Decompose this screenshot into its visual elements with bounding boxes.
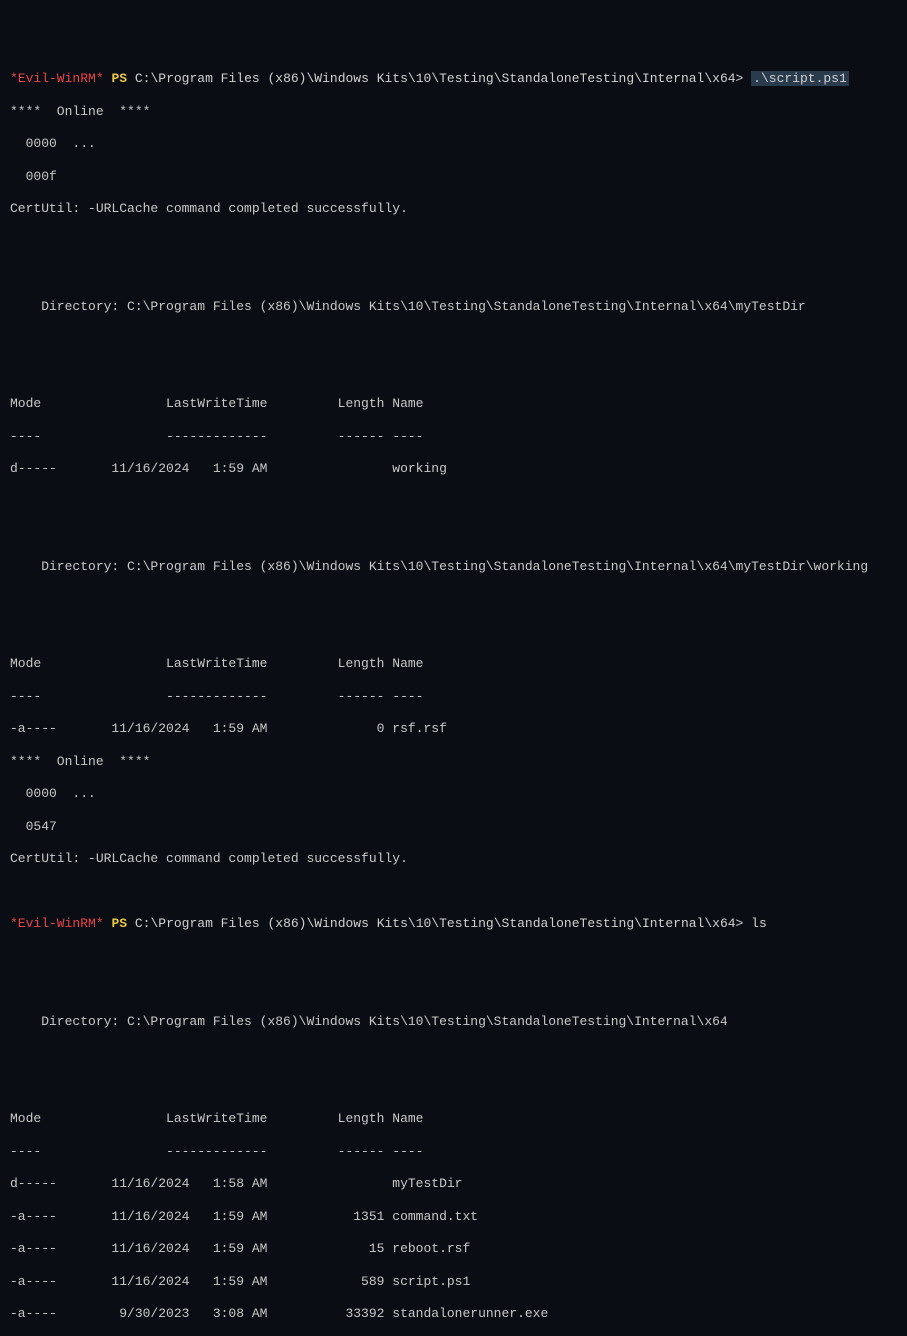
output-line: 000f xyxy=(10,169,897,185)
table-row: d----- 11/16/2024 1:58 AM myTestDir xyxy=(10,1176,897,1192)
table-header-underline: ---- ------------- ------ ---- xyxy=(10,689,897,705)
output-line xyxy=(10,591,897,607)
evil-winrm-tag: *Evil-WinRM* xyxy=(10,916,104,931)
output-line: 0000 ... xyxy=(10,136,897,152)
output-line: CertUtil: -URLCache command completed su… xyxy=(10,851,897,867)
table-row: -a---- 9/30/2023 3:08 AM 33392 standalon… xyxy=(10,1306,897,1322)
output-line: CertUtil: -URLCache command completed su… xyxy=(10,201,897,217)
table-row: -a---- 11/16/2024 1:59 AM 1351 command.t… xyxy=(10,1209,897,1225)
directory-header: Directory: C:\Program Files (x86)\Window… xyxy=(10,559,897,575)
output-line xyxy=(10,526,897,542)
output-line xyxy=(10,266,897,282)
output-line xyxy=(10,884,897,900)
table-row: -a---- 11/16/2024 1:59 AM 15 reboot.rsf xyxy=(10,1241,897,1257)
output-line xyxy=(10,1046,897,1062)
output-line: 0000 ... xyxy=(10,786,897,802)
output-line xyxy=(10,1079,897,1095)
table-header-underline: ---- ------------- ------ ---- xyxy=(10,429,897,445)
prompt-path: C:\Program Files (x86)\Windows Kits\10\T… xyxy=(135,916,744,931)
output-line: **** Online **** xyxy=(10,754,897,770)
table-header: Mode LastWriteTime Length Name xyxy=(10,396,897,412)
output-line xyxy=(10,494,897,510)
output-line xyxy=(10,981,897,997)
table-row: -a---- 11/16/2024 1:59 AM 0 rsf.rsf xyxy=(10,721,897,737)
evil-winrm-tag: *Evil-WinRM* xyxy=(10,71,104,86)
command-entered: ls xyxy=(751,916,767,931)
prompt-line-2[interactable]: *Evil-WinRM* PS C:\Program Files (x86)\W… xyxy=(10,916,897,932)
command-entered: .\script.ps1 xyxy=(751,71,849,86)
output-line xyxy=(10,234,897,250)
table-header-underline: ---- ------------- ------ ---- xyxy=(10,1144,897,1160)
ps-tag: PS xyxy=(111,916,127,931)
output-line xyxy=(10,331,897,347)
table-header: Mode LastWriteTime Length Name xyxy=(10,1111,897,1127)
output-line: 0547 xyxy=(10,819,897,835)
prompt-line-1[interactable]: *Evil-WinRM* PS C:\Program Files (x86)\W… xyxy=(10,71,897,87)
output-line xyxy=(10,624,897,640)
prompt-path: C:\Program Files (x86)\Windows Kits\10\T… xyxy=(135,71,744,86)
directory-header: Directory: C:\Program Files (x86)\Window… xyxy=(10,299,897,315)
output-line xyxy=(10,364,897,380)
table-row: d----- 11/16/2024 1:59 AM working xyxy=(10,461,897,477)
table-row: -a---- 11/16/2024 1:59 AM 589 script.ps1 xyxy=(10,1274,897,1290)
output-line xyxy=(10,949,897,965)
directory-header: Directory: C:\Program Files (x86)\Window… xyxy=(10,1014,897,1030)
ps-tag: PS xyxy=(111,71,127,86)
table-header: Mode LastWriteTime Length Name xyxy=(10,656,897,672)
output-line: **** Online **** xyxy=(10,104,897,120)
